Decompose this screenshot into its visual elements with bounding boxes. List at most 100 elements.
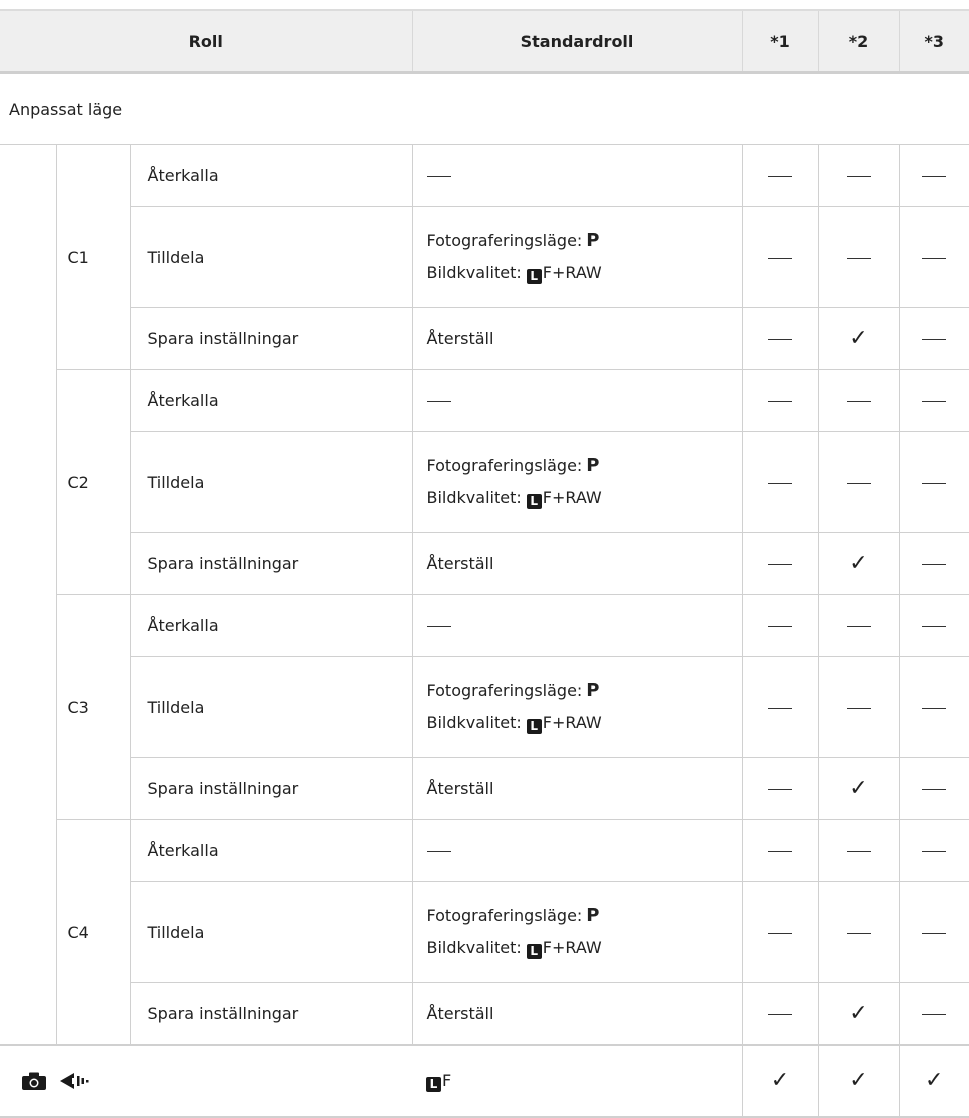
dash-icon: [922, 339, 947, 340]
flag-cell: [898, 369, 969, 432]
indent-cell: [0, 594, 57, 820]
quality-label: Bildkvalitet:: [426, 713, 522, 732]
sequential-shooting-icon: [60, 1073, 89, 1090]
flag-cell: [741, 982, 818, 1046]
dash-icon: [846, 626, 871, 627]
flag-cell: ✓: [741, 1044, 818, 1118]
camera-icon: [22, 1072, 46, 1091]
dash-icon: [426, 175, 451, 177]
table-row: C4 Återkalla: [0, 819, 969, 1046]
indent-cell: [0, 144, 57, 370]
dash-icon: [846, 482, 871, 484]
flag-cell: [898, 206, 969, 308]
flag-cell: ✓: [898, 1044, 969, 1118]
quality-value: F+RAW: [542, 263, 602, 282]
function-cell: Spara inställningar: [130, 982, 413, 1046]
dash-icon: [922, 257, 947, 259]
dash-icon: [768, 257, 792, 259]
dash-icon: [846, 851, 871, 852]
dash-icon: [768, 1014, 792, 1015]
settings-table: Roll Standardroll *1 *2 *3 Anpassat läge…: [0, 9, 969, 1118]
flag-cell: ✓: [817, 1044, 899, 1118]
dash-icon: [922, 482, 947, 484]
function-cell: Spara inställningar: [130, 307, 413, 370]
flag-cell: [741, 431, 818, 533]
function-cell: Tilldela: [130, 431, 413, 533]
dash-icon: [768, 176, 792, 177]
flag-cell: [741, 594, 818, 657]
flag-cell: ✓: [817, 532, 899, 595]
flag-cell: [741, 206, 818, 308]
checkmark-icon: ✓: [849, 775, 868, 801]
function-cell: Tilldela: [130, 881, 413, 983]
flag-cell: [898, 819, 969, 882]
group-label: C4: [56, 819, 131, 1046]
function-cell: Spara inställningar: [130, 757, 413, 820]
flag-cell: [898, 656, 969, 758]
quality-value: F+RAW: [542, 488, 602, 507]
flag-cell: [817, 819, 899, 882]
quality-value: F: [442, 1071, 452, 1090]
quality-large-icon: L: [526, 269, 542, 284]
flag-cell: [898, 307, 969, 370]
dash-icon: [846, 707, 871, 709]
table-row: Tilldela Fotograferingsläge: P Bildkvalit…: [0, 431, 969, 533]
quality-large-icon: L: [526, 944, 542, 959]
dash-icon: [846, 401, 871, 402]
header-roll: Roll: [0, 9, 412, 74]
dash-icon: [922, 401, 947, 402]
header-standardroll: Standardroll: [411, 9, 742, 74]
shoot-mode-label: Fotograferingsläge:: [426, 681, 583, 700]
default-cell: Fotograferingsläge: P Bildkvalitet: L F+RAW: [412, 206, 743, 308]
dash-icon: [768, 564, 792, 565]
default-cell: Fotograferingsläge: P Bildkvalitet: L F+RAW: [412, 656, 743, 758]
flag-cell: [898, 881, 969, 983]
dash-icon: [768, 401, 792, 402]
flag-cell: [741, 307, 818, 370]
dash-icon: [922, 789, 947, 790]
dash-icon: [426, 400, 451, 402]
flag-cell: ✓: [817, 757, 899, 820]
flag-cell: [898, 144, 969, 207]
shoot-mode-value: P: [586, 455, 600, 476]
flag-cell: [817, 431, 899, 533]
table-row: Spara inställningar Återställ ✓: [0, 532, 969, 595]
quality-large-icon: L: [526, 494, 542, 509]
default-cell: LF: [412, 1044, 743, 1118]
flag-cell: [817, 369, 899, 432]
dash-icon: [768, 339, 792, 340]
table-row: Spara inställningar Återställ ✓: [0, 757, 969, 820]
checkmark-icon: ✓: [849, 1000, 868, 1026]
checkmark-icon: ✓: [925, 1068, 944, 1093]
default-cell: Återställ: [412, 982, 743, 1046]
group-label: C2: [56, 369, 131, 595]
quality-large-icon: L: [526, 719, 542, 734]
shoot-mode-value: P: [586, 905, 600, 926]
flag-cell: [817, 881, 899, 983]
dash-icon: [922, 851, 947, 852]
dash-icon: [426, 625, 451, 627]
flag-cell: [741, 656, 818, 758]
default-cell: [412, 819, 743, 882]
flag-cell: [898, 431, 969, 533]
checkmark-icon: ✓: [770, 1068, 790, 1093]
function-cell: Tilldela: [130, 206, 413, 308]
quality-value: F+RAW: [542, 938, 602, 957]
function-cell: Återkalla: [130, 369, 413, 432]
dash-icon: [768, 932, 792, 934]
mode-icons-cell: [0, 1044, 412, 1118]
quality-label: Bildkvalitet:: [426, 938, 522, 957]
group-label: C3: [56, 594, 131, 820]
shoot-mode-label: Fotograferingsläge:: [426, 231, 583, 250]
dash-icon: [922, 176, 947, 177]
default-cell: Återställ: [412, 532, 743, 595]
quality-value: F+RAW: [542, 713, 602, 732]
shoot-mode-label: Fotograferingsläge:: [426, 906, 583, 925]
indent-cell: [0, 819, 57, 1045]
table-row: LF ✓ ✓ ✓: [0, 1044, 969, 1118]
shoot-mode-label: Fotograferingsläge:: [426, 456, 583, 475]
table-row: Spara inställningar Återställ ✓: [0, 982, 969, 1046]
checkmark-icon: ✓: [849, 325, 868, 351]
dash-icon: [922, 626, 947, 627]
quality-label: Bildkvalitet:: [426, 263, 522, 282]
